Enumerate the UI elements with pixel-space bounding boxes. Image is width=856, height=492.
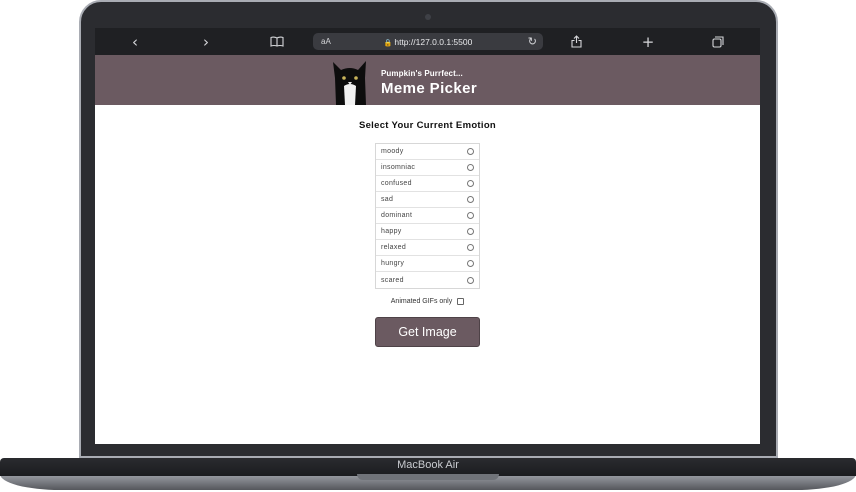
emotion-radio[interactable] — [467, 260, 474, 267]
url-text: http://127.0.0.1:5500 — [394, 36, 473, 47]
header-subtitle: Pumpkin's Purrfect... — [381, 69, 463, 78]
page-title: Select Your Current Emotion — [358, 120, 497, 131]
emotion-label: happy — [381, 228, 402, 235]
emotion-radio[interactable] — [467, 180, 474, 187]
emotion-label: dominant — [381, 212, 413, 219]
emotion-option-scared[interactable]: scared — [376, 272, 479, 288]
plus-icon[interactable]: + — [636, 28, 660, 55]
emotion-option-confused[interactable]: confused — [376, 176, 479, 192]
emotion-label: sad — [381, 196, 394, 203]
share-icon[interactable] — [564, 28, 588, 55]
chevron-right-icon[interactable]: › — [194, 28, 218, 55]
header-title: Meme Picker — [381, 80, 478, 97]
emotion-radio[interactable] — [467, 228, 474, 235]
emotion-option-dominant[interactable]: dominant — [376, 208, 479, 224]
lid-notch — [357, 474, 499, 480]
tabs-icon[interactable] — [706, 28, 730, 55]
address-bar[interactable]: aA 🔒 http://127.0.0.1:5500 ↻ — [313, 33, 543, 50]
gifs-only-checkbox[interactable] — [457, 298, 465, 305]
emotion-option-relaxed[interactable]: relaxed — [376, 240, 479, 256]
chevron-left-icon[interactable]: ‹ — [123, 28, 147, 55]
site-header: Pumpkin's Purrfect... Meme Picker — [95, 55, 760, 105]
device-label: MacBook Air — [397, 459, 459, 471]
gifs-only-label: Animated GIFs only — [390, 298, 453, 305]
emotion-label: insomniac — [381, 164, 416, 171]
camera-dot — [425, 14, 431, 20]
emotion-radio-list: moody insomniac confused sad dominant happy re… — [375, 143, 480, 289]
emotion-radio[interactable] — [467, 212, 474, 219]
get-image-button[interactable]: Get Image — [375, 317, 480, 347]
emotion-option-sad[interactable]: sad — [376, 192, 479, 208]
laptop-base: MacBook Air — [0, 458, 856, 492]
browser-toolbar: ‹ › aA 🔒 http://127.0.0.1:5500 ↻ + — [95, 28, 760, 55]
emotion-radio[interactable] — [467, 148, 474, 155]
emotion-option-happy[interactable]: happy — [376, 224, 479, 240]
emotion-label: moody — [381, 148, 404, 155]
emotion-radio[interactable] — [467, 244, 474, 251]
emotion-radio[interactable] — [467, 196, 474, 203]
reload-icon[interactable]: ↻ — [528, 35, 537, 48]
emotion-label: confused — [381, 180, 412, 187]
cat-logo — [333, 61, 366, 105]
gifs-only-row: Animated GIFs only — [95, 298, 760, 305]
browser-window: ‹ › aA 🔒 http://127.0.0.1:5500 ↻ + Pumpk… — [95, 28, 760, 444]
lock-icon: 🔒 — [383, 38, 393, 47]
emotion-label: relaxed — [381, 244, 407, 251]
emotion-label: scared — [381, 276, 404, 284]
emotion-option-moody[interactable]: moody — [376, 144, 479, 160]
emotion-option-hungry[interactable]: hungry — [376, 256, 479, 272]
emotion-radio[interactable] — [467, 164, 474, 171]
book-icon[interactable] — [265, 28, 289, 55]
emotion-radio[interactable] — [467, 276, 474, 284]
emotion-option-insomniac[interactable]: insomniac — [376, 160, 479, 176]
emotion-label: hungry — [381, 260, 405, 267]
